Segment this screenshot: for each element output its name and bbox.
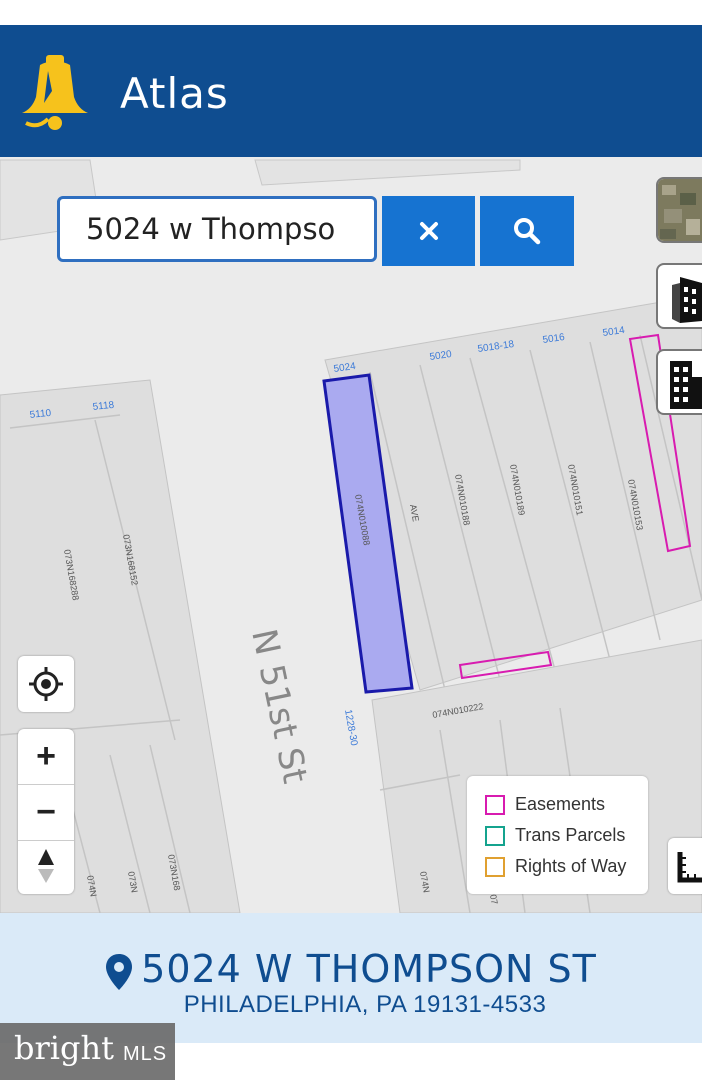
lot-number: 5110	[29, 408, 52, 421]
bright-mls-watermark: bright MLS	[0, 1023, 175, 1080]
zoom-out-button[interactable]: −	[18, 785, 74, 840]
legend-label: Trans Parcels	[515, 825, 626, 845]
close-icon	[419, 222, 438, 240]
building-3d-icon	[672, 277, 702, 323]
watermark-brand: bright	[14, 1029, 114, 1067]
ruler-icon	[677, 852, 702, 883]
pictometry-toggle[interactable]	[656, 263, 702, 329]
aerial-thumbnail	[658, 179, 702, 241]
search-icon	[514, 218, 541, 245]
address-street: 5024 W THOMPSON ST	[141, 947, 597, 991]
compass-icon[interactable]	[18, 841, 74, 894]
imagery-toggle[interactable]	[656, 177, 702, 243]
search-box[interactable]	[57, 196, 377, 262]
legend-item-rights-of-way: Rights of Way	[485, 856, 626, 877]
legend-swatch	[485, 794, 505, 815]
cyclomedia-toggle[interactable]	[656, 349, 702, 415]
address-line1-row: 5024 W THOMPSON ST	[0, 947, 702, 991]
app-header: Atlas	[0, 25, 702, 157]
search-input[interactable]	[86, 199, 371, 259]
app-title: Atlas	[120, 69, 229, 118]
address-city: PHILADELPHIA, PA 19131-4533	[183, 991, 547, 1018]
measure-button[interactable]	[668, 838, 702, 894]
search-button[interactable]	[480, 196, 574, 266]
locate-button[interactable]	[18, 656, 74, 712]
building-icon	[670, 361, 702, 409]
zoom-in-button[interactable]: +	[18, 729, 74, 784]
zoom-control: + −	[18, 729, 74, 894]
watermark-suffix: MLS	[123, 1043, 168, 1065]
liberty-bell-icon[interactable]	[18, 53, 92, 133]
legend-swatch	[485, 856, 505, 877]
parcel-id: 07	[488, 894, 500, 906]
legend-item-easements: Easements	[485, 794, 605, 815]
clear-button[interactable]	[382, 196, 475, 266]
locate-icon	[29, 667, 63, 701]
legend-label: Rights of Way	[515, 856, 627, 876]
map-pin-icon	[106, 953, 133, 990]
legend-label: Easements	[515, 794, 606, 814]
legend-swatch	[485, 825, 505, 846]
legend-item-trans-parcels: Trans Parcels	[485, 825, 625, 846]
map-legend: Easements Trans Parcels Rights of Way	[467, 776, 648, 894]
lot-number: 5118	[92, 400, 115, 413]
